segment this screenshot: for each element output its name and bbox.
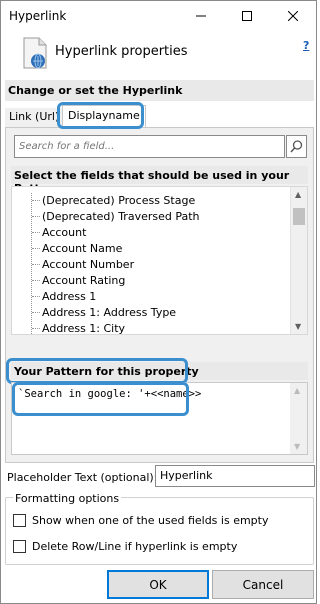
scroll-down-icon[interactable]: ▼ [294,442,300,451]
cancel-button[interactable]: Cancel [212,570,314,599]
search-input[interactable] [15,136,284,157]
close-icon [288,11,298,21]
fields-section-title: Select the fields that should be used in… [11,166,308,195]
formatting-options-title: Formatting options [13,492,122,505]
delete-row-option[interactable]: Delete Row/Line if hyperlink is empty [13,540,237,553]
pattern-scrollbar[interactable]: ▲ ▼ [290,383,307,454]
dialog-header: Hyperlink properties ? [1,31,316,76]
pattern-value: `Search in google: '+<<name>> [18,388,202,400]
ok-button[interactable]: OK [107,570,209,599]
list-item[interactable]: (Deprecated) Traversed Path [32,208,200,224]
search-icon [290,140,303,153]
scroll-up-icon[interactable]: ▲ [294,386,300,395]
list-item[interactable]: (Deprecated) Process Stage [32,192,195,208]
search-box [14,135,285,158]
scroll-down-icon[interactable]: ▼ [295,322,301,331]
hyperlink-dialog: Hyperlink Hyperlink properties ? Change … [0,0,317,604]
tab-link-url[interactable]: Link (Url) [5,108,64,127]
section-title: Change or set the Hyperlink [5,80,314,101]
show-when-empty-option[interactable]: Show when one of the used fields is empt… [13,514,268,527]
list-item[interactable]: Account Name [32,240,122,256]
help-link[interactable]: ? [303,39,309,52]
placeholder-input[interactable]: Hyperlink [155,465,315,487]
title-bar[interactable]: Hyperlink [1,1,316,31]
maximize-icon [242,11,252,21]
list-item[interactable]: Account Rating [32,272,125,288]
list-item[interactable]: Account [32,224,86,240]
search-button[interactable] [286,135,307,158]
list-item[interactable]: Address 1: City [32,320,125,334]
list-item[interactable]: Address 1: Address Type [32,304,176,320]
placeholder-label: Placeholder Text (optional): [7,471,158,484]
show-when-empty-label: Show when one of the used fields is empt… [32,514,269,527]
document-link-icon [23,37,47,69]
pattern-textarea[interactable]: `Search in google: '+<<name>> ▲ ▼ [11,382,308,455]
list-item[interactable]: Account Number [32,256,134,272]
tab-displayname[interactable]: Displayname [62,105,146,127]
pattern-section-title: Your Pattern for this property [11,362,308,380]
scroll-thumb[interactable] [293,208,305,225]
window-title: Hyperlink [9,9,67,23]
show-when-empty-checkbox[interactable] [13,514,26,527]
field-list-scrollbar[interactable]: ▲ ▼ [290,187,307,334]
delete-row-checkbox[interactable] [13,540,26,553]
field-list[interactable]: (Deprecated) Process Stage (Deprecated) … [11,186,308,335]
minimize-icon [196,15,206,17]
maximize-button[interactable] [224,1,270,31]
delete-row-label: Delete Row/Line if hyperlink is empty [32,540,238,553]
minimize-button[interactable] [178,1,224,31]
header-title: Hyperlink properties [55,44,188,59]
formatting-options-group [5,497,314,565]
scroll-up-icon[interactable]: ▲ [295,190,301,199]
list-item[interactable]: Address 1 [32,288,96,304]
close-button[interactable] [270,1,316,31]
